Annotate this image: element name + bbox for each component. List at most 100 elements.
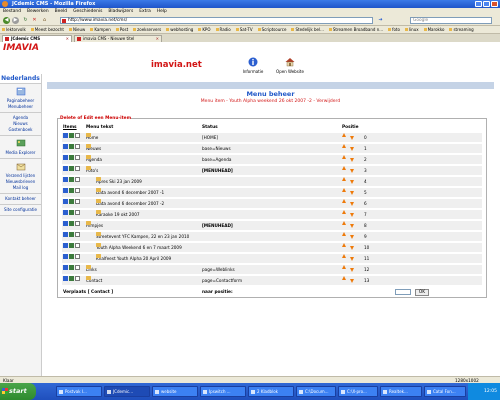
menu-item-text[interactable]: Agenda <box>86 155 102 164</box>
taskbar-button[interactable]: Ipswitch ... <box>200 386 246 397</box>
move-down-icon[interactable] <box>350 191 354 195</box>
move-up-icon[interactable] <box>342 243 346 247</box>
taskbar-button[interactable]: 2 Kladblok <box>248 386 294 397</box>
bookmark-item[interactable]: webhosting <box>166 26 193 33</box>
close-window-button[interactable] <box>491 1 498 7</box>
address-bar[interactable]: http://www.imavia.net/cms/ <box>60 17 373 24</box>
page-icon[interactable] <box>75 232 80 237</box>
page-icon[interactable] <box>75 276 80 281</box>
menu-item-text[interactable]: Youth Alpha Weekend 6 en 7 maart 2009 <box>96 243 182 252</box>
move-up-icon[interactable] <box>342 221 346 225</box>
move-down-icon[interactable] <box>350 180 354 184</box>
bookmark-item[interactable]: Streamen Broadband n... <box>329 26 383 33</box>
page-icon[interactable] <box>75 133 80 138</box>
menu-item-text[interactable]: Filmpjes <box>86 221 103 230</box>
page-icon[interactable] <box>75 210 80 215</box>
move-down-icon[interactable] <box>350 246 354 250</box>
page-icon[interactable] <box>75 243 80 248</box>
move-up-icon[interactable] <box>342 166 346 170</box>
bookmark-item[interactable]: Stedelijk bel... <box>291 26 323 33</box>
bookmark-item[interactable]: zoekservers <box>133 26 161 33</box>
menu-item-text[interactable]: Links <box>86 265 97 274</box>
sidebar-item-gastenboek[interactable]: Gastenboek <box>0 127 41 133</box>
bookmark-item[interactable]: streaming <box>449 26 473 33</box>
menu-bewerken[interactable]: Bewerken <box>27 8 49 15</box>
delete-icon[interactable] <box>63 133 68 138</box>
move-up-icon[interactable] <box>342 265 346 269</box>
move-up-icon[interactable] <box>342 210 346 214</box>
reload-icon[interactable]: ↻ <box>22 17 29 24</box>
menu-item-text[interactable]: Foto's <box>86 166 98 175</box>
delete-icon[interactable] <box>63 188 68 193</box>
bookmark-item[interactable]: Radio <box>216 26 231 33</box>
taskbar-button[interactable]: Catal Fon... <box>424 386 466 397</box>
move-down-icon[interactable] <box>350 147 354 151</box>
taskbar-button[interactable]: C:\Docum... <box>296 386 336 397</box>
delete-icon[interactable] <box>63 276 68 281</box>
menu-item-text[interactable]: Contact <box>86 276 102 285</box>
move-down-icon[interactable] <box>350 169 354 173</box>
menu-extra[interactable]: Extra <box>139 8 151 15</box>
edit-icon[interactable] <box>69 276 74 281</box>
bookmark-item[interactable]: Scriptsource <box>258 26 287 33</box>
back-arrow-icon[interactable]: ◀ <box>3 17 10 24</box>
menu-item-text[interactable]: Data avond 6 december 2007 -2 <box>96 199 164 208</box>
minimize-button[interactable] <box>475 1 482 7</box>
bookmark-item[interactable]: Kampen <box>90 26 110 33</box>
stop-icon[interactable]: ✕ <box>31 17 38 24</box>
menu-item-text[interactable]: Streetevent YFC Kampen, 22 en 23 jan 201… <box>96 232 189 241</box>
sidebar-item-site-configuratie[interactable]: Site configuratie <box>0 207 41 213</box>
go-arrow-icon[interactable]: ➜ <box>377 17 384 24</box>
bookmark-item[interactable]: Sat-TV <box>236 26 253 33</box>
delete-icon[interactable] <box>63 155 68 160</box>
edit-icon[interactable] <box>69 155 74 160</box>
sidebar-item-mail-log[interactable]: Mail log <box>0 185 41 191</box>
page-icon[interactable] <box>75 188 80 193</box>
edit-icon[interactable] <box>69 254 74 259</box>
bookmark-item[interactable]: KPO <box>198 26 210 33</box>
edit-icon[interactable] <box>69 133 74 138</box>
tab-imavia[interactable]: imavia CMS - Nieuwe titel ✕ <box>74 35 162 42</box>
move-down-icon[interactable] <box>350 224 354 228</box>
bookmark-item[interactable]: foto <box>388 26 400 33</box>
delete-icon[interactable] <box>63 177 68 182</box>
edit-icon[interactable] <box>69 199 74 204</box>
taskbar-button[interactable]: JCdemic... <box>104 386 150 397</box>
page-icon[interactable] <box>75 166 80 171</box>
move-up-icon[interactable] <box>342 276 346 280</box>
ok-button[interactable]: OK <box>415 289 429 296</box>
page-icon[interactable] <box>75 265 80 270</box>
sidebar-item-kontakt-beheer[interactable]: Kontakt beheer <box>0 196 41 202</box>
move-up-icon[interactable] <box>342 199 346 203</box>
edit-icon[interactable] <box>69 232 74 237</box>
move-down-icon[interactable] <box>350 235 354 239</box>
delete-icon[interactable] <box>63 144 68 149</box>
menu-item-text[interactable]: Knalfeest Youth Alpha 20 April 2009 <box>96 254 171 263</box>
position-input[interactable] <box>395 289 411 295</box>
delete-icon[interactable] <box>63 199 68 204</box>
taskbar-button[interactable]: Realtek... <box>380 386 422 397</box>
edit-icon[interactable] <box>69 188 74 193</box>
move-up-icon[interactable] <box>342 232 346 236</box>
taskbar-button[interactable]: Postvak I... <box>56 386 102 397</box>
menu-item-text[interactable]: Nieuws <box>86 144 101 153</box>
bookmark-item[interactable]: linux <box>405 26 419 33</box>
bookmark-item[interactable]: lektorvolk <box>2 26 26 33</box>
bookmark-item[interactable]: Marokko <box>424 26 445 33</box>
menu-geschiedenis[interactable]: Geschiedenis <box>73 8 102 15</box>
menu-item-text[interactable]: Data avond 6 december 2007 -1 <box>96 188 164 197</box>
page-icon[interactable] <box>75 199 80 204</box>
delete-icon[interactable] <box>63 210 68 215</box>
page-icon[interactable] <box>75 177 80 182</box>
move-down-icon[interactable] <box>350 158 354 162</box>
bookmark-item[interactable]: Post <box>116 26 128 33</box>
move-down-icon[interactable] <box>350 268 354 272</box>
delete-icon[interactable] <box>63 265 68 270</box>
move-up-icon[interactable] <box>342 155 346 159</box>
home-icon[interactable]: ⌂ <box>41 17 48 24</box>
delete-icon[interactable] <box>63 166 68 171</box>
edit-icon[interactable] <box>69 221 74 226</box>
sidebar-item-menubeheer[interactable]: Menubeheer <box>0 104 41 110</box>
edit-icon[interactable] <box>69 243 74 248</box>
open-website-link[interactable]: Open Website <box>272 57 308 74</box>
